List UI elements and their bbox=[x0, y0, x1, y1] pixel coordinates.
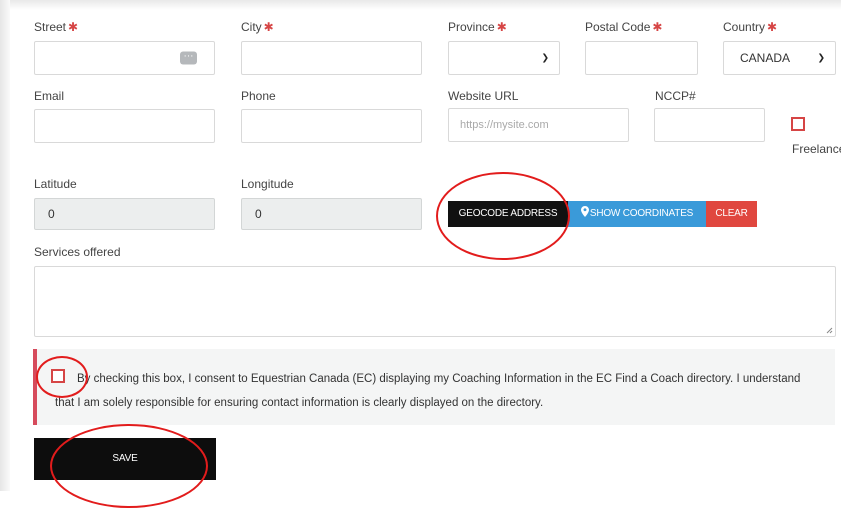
freelance-label: Freelance bbox=[792, 142, 841, 156]
clear-button[interactable]: CLEAR bbox=[706, 201, 757, 227]
consent-panel: By checking this box, I consent to Eques… bbox=[33, 349, 835, 425]
province-label-text: Province bbox=[448, 20, 495, 34]
show-coordinates-button[interactable]: SHOW COORDINATES bbox=[568, 201, 706, 227]
email-input[interactable] bbox=[34, 109, 215, 143]
website-label: Website URL bbox=[448, 89, 519, 103]
latitude-label: Latitude bbox=[34, 177, 77, 191]
phone-label: Phone bbox=[241, 89, 276, 103]
postal-code-label-text: Postal Code bbox=[585, 20, 651, 34]
map-pin-icon bbox=[580, 206, 589, 217]
province-label: Province ✱ bbox=[448, 20, 507, 34]
page-left-edge bbox=[0, 0, 10, 491]
postal-code-label: Postal Code ✱ bbox=[585, 20, 662, 34]
consent-text: By checking this box, I consent to Eques… bbox=[55, 373, 801, 409]
required-mark: ✱ bbox=[767, 20, 778, 34]
longitude-input[interactable]: 0 bbox=[241, 198, 422, 230]
nccp-input[interactable] bbox=[654, 108, 765, 142]
postal-code-input[interactable] bbox=[585, 41, 698, 75]
latitude-input[interactable]: 0 bbox=[34, 198, 215, 230]
website-input[interactable]: https://mysite.com bbox=[448, 108, 629, 142]
required-mark: ✱ bbox=[652, 20, 663, 34]
country-select[interactable]: CANADA ❯ bbox=[723, 41, 836, 75]
email-label: Email bbox=[34, 89, 65, 103]
freelance-checkbox[interactable] bbox=[791, 117, 805, 131]
chevron-down-icon: ❯ bbox=[817, 52, 825, 63]
chevron-down-icon: ❯ bbox=[541, 52, 549, 63]
required-mark: ✱ bbox=[496, 20, 507, 34]
required-mark: ✱ bbox=[68, 20, 79, 34]
longitude-label: Longitude bbox=[241, 177, 294, 191]
required-mark: ✱ bbox=[263, 20, 274, 34]
street-input[interactable]: ··· bbox=[34, 41, 215, 75]
dots-icon[interactable]: ··· bbox=[180, 51, 197, 65]
geocode-address-button[interactable]: GEOCODE ADDRESS bbox=[448, 201, 568, 227]
services-offered-textarea[interactable] bbox=[34, 266, 836, 337]
phone-input[interactable] bbox=[241, 109, 422, 143]
province-select[interactable]: ❯ bbox=[448, 41, 560, 75]
street-label-text: Street bbox=[34, 20, 67, 34]
resize-handle-icon[interactable] bbox=[826, 327, 833, 334]
website-placeholder: https://mysite.com bbox=[460, 119, 549, 131]
show-coordinates-label: SHOW COORDINATES bbox=[589, 208, 694, 219]
services-offered-label: Services offered bbox=[34, 245, 121, 259]
country-label-text: Country bbox=[723, 20, 766, 34]
latitude-value: 0 bbox=[48, 207, 55, 221]
street-label: Street ✱ bbox=[34, 20, 78, 34]
save-button[interactable]: SAVE bbox=[34, 438, 216, 480]
city-label-text: City bbox=[241, 20, 262, 34]
page-top-edge bbox=[10, 0, 841, 10]
nccp-label: NCCP# bbox=[655, 89, 696, 103]
longitude-value: 0 bbox=[255, 207, 262, 221]
country-value: CANADA bbox=[740, 51, 791, 65]
city-input[interactable] bbox=[241, 41, 422, 75]
country-label: Country ✱ bbox=[723, 20, 777, 34]
city-label: City ✱ bbox=[241, 20, 274, 34]
